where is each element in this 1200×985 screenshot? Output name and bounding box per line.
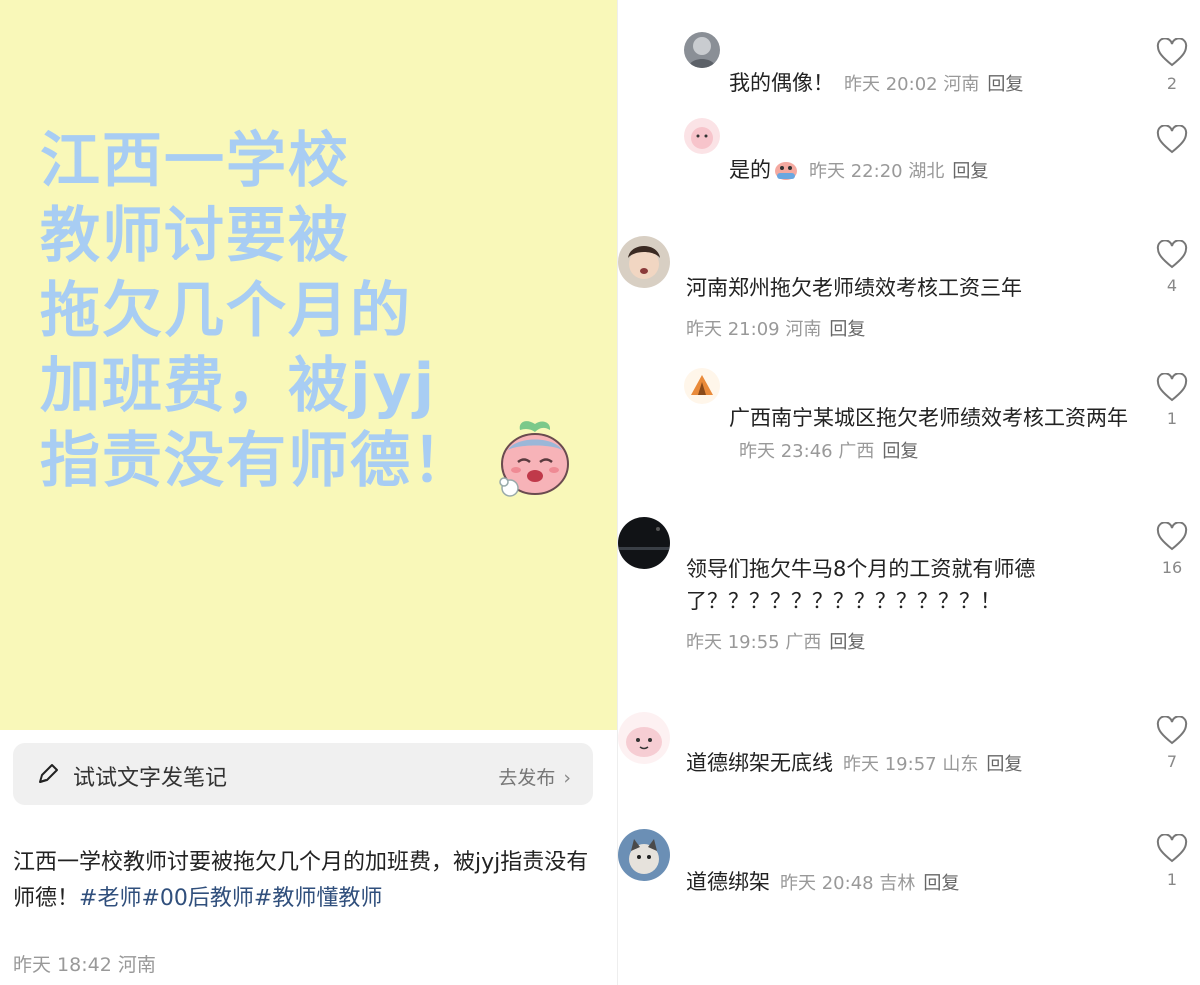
hashtag-link[interactable]: #00后教师 bbox=[141, 886, 253, 911]
avatar-face-icon bbox=[618, 236, 670, 288]
comment-text: 道德绑架无底线 bbox=[686, 751, 833, 775]
post-panel: 江西一学校 教师讨要被 拖欠几个月的 加班费，被jyj 指责没有师德！ 试试文字… bbox=[0, 0, 617, 985]
like-button[interactable]: 16 bbox=[1156, 522, 1188, 577]
reply-button[interactable]: 回复 bbox=[952, 161, 988, 182]
commenter-avatar[interactable] bbox=[684, 32, 720, 68]
comments-panel: 我的偶像！ 昨天 20:02 河南 回复 2 是的 昨天 22:20 湖北 回复 河南郑… bbox=[617, 0, 1200, 985]
like-button[interactable]: 4 bbox=[1156, 240, 1188, 295]
like-button[interactable]: 1 bbox=[1156, 834, 1188, 889]
comment-meta: 昨天 20:48 吉林 bbox=[780, 873, 916, 894]
comment-meta: 昨天 20:02 河南 bbox=[844, 74, 980, 95]
sweating-peach-sticker-icon bbox=[499, 421, 569, 497]
cover-text-line: 指责没有师德！ bbox=[40, 426, 474, 496]
comment-meta-row: 昨天 19:55 广西 回复 bbox=[686, 628, 865, 654]
avatar-cat-photo-icon bbox=[618, 829, 670, 881]
like-count: 1 bbox=[1166, 870, 1178, 889]
comment-item: 道德绑架无底线 昨天 19:57 山东 回复 bbox=[686, 747, 1022, 781]
crying-emoji-icon bbox=[775, 162, 797, 180]
cover-text-line: 加班费，被jyj bbox=[40, 351, 437, 421]
heart-icon bbox=[1156, 834, 1188, 863]
heart-icon bbox=[1156, 522, 1188, 551]
reply-button[interactable]: 回复 bbox=[882, 441, 918, 462]
pencil-icon bbox=[39, 764, 58, 783]
cover-text-line: 教师讨要被 bbox=[40, 201, 350, 271]
comment-meta-row: 昨天 21:09 河南 回复 bbox=[686, 315, 865, 341]
hashtag-link[interactable]: #老师 bbox=[79, 886, 141, 911]
comment-text: 河南郑州拖欠老师绩效考核工资三年 bbox=[686, 276, 1022, 300]
commenter-avatar[interactable] bbox=[684, 368, 720, 404]
like-count: 1 bbox=[1166, 409, 1178, 428]
post-body: 江西一学校教师讨要被拖欠几个月的加班费，被jyj指责没有师德！#老师#00后教师… bbox=[13, 845, 593, 917]
comment-meta: 昨天 23:46 广西 bbox=[739, 441, 875, 462]
commenter-avatar[interactable] bbox=[684, 118, 720, 154]
avatar-pink-blob-icon bbox=[618, 712, 670, 764]
like-count: 7 bbox=[1166, 752, 1178, 771]
comment-item: 广西南宁某城区拖欠老师绩效考核工资两年昨天 23:46 广西 回复 bbox=[729, 402, 1134, 468]
heart-icon bbox=[1156, 125, 1188, 154]
reply-button[interactable]: 回复 bbox=[986, 754, 1022, 775]
like-count: 16 bbox=[1161, 558, 1183, 577]
publish-button[interactable]: 去发布 › bbox=[498, 763, 571, 790]
comment-text: 道德绑架 bbox=[686, 870, 770, 894]
commenter-avatar[interactable] bbox=[618, 712, 670, 764]
avatar-pink-bunny-icon bbox=[684, 118, 720, 154]
chevron-right-icon: › bbox=[563, 767, 571, 789]
text-note-bar[interactable]: 试试文字发笔记 去发布 › bbox=[13, 743, 593, 805]
commenter-avatar[interactable] bbox=[618, 517, 670, 569]
like-button[interactable]: 7 bbox=[1156, 716, 1188, 771]
comment-item: 我的偶像！ 昨天 20:02 河南 回复 bbox=[729, 67, 1023, 101]
publish-label: 去发布 bbox=[498, 767, 556, 789]
comment-meta: 昨天 19:57 山东 bbox=[843, 754, 979, 775]
reply-button[interactable]: 回复 bbox=[987, 74, 1023, 95]
comment-text: 广西南宁某城区拖欠老师绩效考核工资两年 bbox=[729, 406, 1128, 430]
avatar-cat-icon bbox=[684, 32, 720, 68]
like-button[interactable]: 2 bbox=[1156, 38, 1188, 93]
reply-button[interactable]: 回复 bbox=[923, 873, 959, 894]
comment-meta: 昨天 21:09 河南 bbox=[686, 319, 822, 340]
avatar-tent-icon bbox=[684, 368, 720, 404]
note-prompt-text: 试试文字发笔记 bbox=[73, 766, 228, 791]
comment-text: 是的 bbox=[729, 158, 771, 182]
like-count: 2 bbox=[1166, 74, 1178, 93]
cover-text-line: 江西一学校 bbox=[40, 126, 350, 196]
like-button[interactable] bbox=[1156, 125, 1188, 161]
hashtag-link[interactable]: #教师懂教师 bbox=[254, 886, 382, 911]
post-meta: 昨天 18:42 河南 bbox=[13, 954, 156, 976]
comment-meta: 昨天 19:55 广西 bbox=[686, 632, 822, 653]
comment-text: 我的偶像！ bbox=[729, 71, 834, 95]
heart-icon bbox=[1156, 240, 1188, 269]
reply-button[interactable]: 回复 bbox=[829, 319, 865, 340]
comment-text: 领导们拖欠牛马8个月的工资就有师德了？？？？？？？？？？？？？！ bbox=[686, 557, 1036, 613]
heart-icon bbox=[1156, 38, 1188, 67]
comment-item: 道德绑架 昨天 20:48 吉林 回复 bbox=[686, 866, 959, 900]
like-count: 4 bbox=[1166, 276, 1178, 295]
avatar-night-sky-icon bbox=[618, 517, 670, 569]
commenter-avatar[interactable] bbox=[618, 829, 670, 881]
heart-icon bbox=[1156, 373, 1188, 402]
comment-meta: 昨天 22:20 湖北 bbox=[809, 161, 945, 182]
reply-button[interactable]: 回复 bbox=[829, 632, 865, 653]
heart-icon bbox=[1156, 716, 1188, 745]
post-cover-image[interactable]: 江西一学校 教师讨要被 拖欠几个月的 加班费，被jyj 指责没有师德！ bbox=[0, 0, 617, 730]
like-button[interactable]: 1 bbox=[1156, 373, 1188, 428]
comment-item: 是的 昨天 22:20 湖北 回复 bbox=[729, 154, 988, 188]
cover-text-line: 拖欠几个月的 bbox=[40, 276, 412, 346]
commenter-avatar[interactable] bbox=[618, 236, 670, 288]
